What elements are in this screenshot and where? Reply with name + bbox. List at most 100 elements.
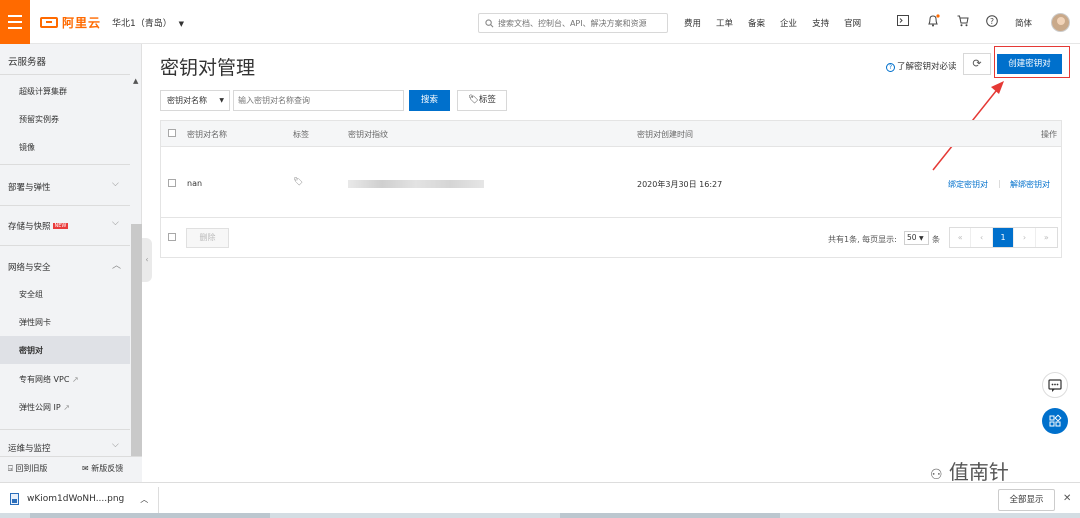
svg-text:?: ? <box>990 17 994 26</box>
create-keypair-button[interactable]: 创建密钥对 <box>997 54 1062 74</box>
caret-down-icon: ▼ <box>178 20 184 28</box>
page-size-select[interactable]: 50 ▼ <box>904 231 929 245</box>
nav-link-support[interactable]: 支持 <box>812 17 829 29</box>
last-page-button[interactable]: » <box>1036 228 1057 247</box>
table-header: 密钥对名称 标签 密钥对指纹 密钥对创建时间 操作 <box>161 121 1061 147</box>
select-all-checkbox[interactable] <box>168 129 176 137</box>
filter-field-value: 密钥对名称 <box>167 96 207 105</box>
footer-select-all-checkbox[interactable] <box>168 233 176 241</box>
sidebar-item-super-computing[interactable]: 超级计算集群 <box>19 86 67 97</box>
page-size-unit: 条 <box>932 235 940 244</box>
column-header-tags: 标签 <box>293 130 309 139</box>
sidebar-item-eip[interactable]: 弹性公网 IP ↗ <box>19 402 70 413</box>
terminal-icon[interactable] <box>897 15 909 26</box>
feedback-icon: ✉ <box>82 464 89 473</box>
sidebar-footer: ⍈ 回到旧版 ✉ 新版反馈 <box>0 456 142 482</box>
page-button-current[interactable]: 1 <box>992 228 1015 247</box>
sidebar-group-ops[interactable]: 运维与监控 <box>8 442 51 454</box>
column-header-actions: 操作 <box>1041 130 1057 139</box>
delete-button[interactable]: 删除 <box>186 228 229 248</box>
tag-icon[interactable]: 🏷 <box>293 177 303 186</box>
sidebar-collapse-toggle[interactable]: ‹ <box>142 238 152 282</box>
chevron-up-icon: ︿ <box>112 261 122 271</box>
taskbar-strip <box>0 513 1080 518</box>
user-avatar[interactable] <box>1051 13 1070 32</box>
apps-float-button[interactable] <box>1042 408 1068 434</box>
keypair-created-time: 2020年3月30日 16:27 <box>637 180 723 189</box>
region-label: 华北1（青岛） <box>112 19 172 29</box>
top-navbar: 阿里云 华北1（青岛） ▼ 费用 工单 备案 企业 支持 官网 ? 简体 <box>0 0 1080 44</box>
column-header-created: 密钥对创建时间 <box>637 130 693 139</box>
table-row: nan 🏷 2020年3月30日 16:27 绑定密钥对 | 解绑密钥对 <box>161 148 1061 218</box>
first-page-button[interactable]: « <box>950 228 972 247</box>
global-search-input[interactable] <box>497 18 667 28</box>
feedback-link[interactable]: ✉ 新版反馈 <box>82 463 123 474</box>
search-button[interactable]: 搜索 <box>409 90 450 111</box>
sidebar-item-security-group[interactable]: 安全组 <box>19 289 43 300</box>
close-icon[interactable]: ✕ <box>1063 493 1071 504</box>
column-header-fingerprint: 密钥对指纹 <box>348 130 388 139</box>
chat-icon <box>1048 379 1062 392</box>
divider <box>158 487 159 513</box>
sidebar-group-storage-label: 存储与快照 <box>8 222 51 232</box>
sidebar-item-images[interactable]: 镜像 <box>19 142 35 153</box>
tag-filter-button[interactable]: 🏷标签 <box>457 90 507 111</box>
divider <box>0 245 130 246</box>
global-search[interactable] <box>478 13 668 33</box>
exit-icon: ⍈ <box>8 464 13 473</box>
prev-page-button[interactable]: ‹ <box>971 228 993 247</box>
image-file-icon <box>10 493 19 505</box>
tag-filter-label: 标签 <box>478 95 496 105</box>
wechat-icon: ⚇ <box>930 467 943 483</box>
action-separator: | <box>998 179 1001 188</box>
sidebar-scrollbar[interactable] <box>131 224 142 479</box>
language-switch[interactable]: 简体 <box>1015 17 1032 29</box>
divider <box>0 429 130 430</box>
filter-field-select[interactable]: 密钥对名称 ▼ <box>160 90 230 111</box>
next-page-button[interactable]: › <box>1014 228 1036 247</box>
cart-icon[interactable] <box>957 15 969 27</box>
divider <box>0 205 130 206</box>
nav-link-enterprise[interactable]: 企业 <box>780 17 797 29</box>
refresh-icon: ⟳ <box>972 57 982 70</box>
search-icon <box>485 18 494 27</box>
keypair-name-search-input[interactable] <box>233 90 404 111</box>
help-link-label: 了解密钥对必读 <box>897 62 957 72</box>
nav-link-official[interactable]: 官网 <box>844 17 861 29</box>
nav-link-icp[interactable]: 备案 <box>748 17 765 29</box>
sidebar-group-network[interactable]: 网络与安全 <box>8 261 51 273</box>
logo-text: 阿里云 <box>62 15 102 30</box>
keypair-name: nan <box>187 179 203 188</box>
aliyun-logo[interactable]: 阿里云 <box>40 14 101 30</box>
unbind-keypair-link[interactable]: 解绑密钥对 <box>1010 179 1050 190</box>
chevron-up-icon[interactable]: ︿ <box>140 494 148 505</box>
sidebar-group-deploy[interactable]: 部署与弹性 <box>8 181 51 193</box>
sidebar-item-eip-label: 弹性公网 IP <box>19 403 61 412</box>
download-item[interactable]: wKiom1dWoNH....png ︿ <box>10 493 148 505</box>
row-checkbox[interactable] <box>168 179 176 187</box>
nav-link-tickets[interactable]: 工单 <box>716 17 733 29</box>
keypair-fingerprint-redacted <box>348 180 484 188</box>
chat-float-button[interactable] <box>1042 372 1068 398</box>
chevron-down-icon: ⌵ <box>112 179 119 189</box>
back-to-old-version-link[interactable]: ⍈ 回到旧版 <box>8 463 47 474</box>
sidebar-item-vpc-label: 专有网络 VPC <box>19 375 70 384</box>
caret-down-icon: ▼ <box>219 97 224 104</box>
help-link[interactable]: ? 了解密钥对必读 <box>886 60 957 72</box>
help-icon[interactable]: ? <box>986 15 998 27</box>
sidebar-item-vpc[interactable]: 专有网络 VPC ↗ <box>19 374 79 385</box>
hamburger-menu-button[interactable] <box>0 0 30 44</box>
watermark: ⚇ 值南针 <box>930 456 1009 485</box>
bell-icon[interactable] <box>927 14 940 27</box>
nav-link-fees[interactable]: 费用 <box>684 17 701 29</box>
bind-keypair-link[interactable]: 绑定密钥对 <box>948 179 988 190</box>
scroll-up-arrow-icon[interactable]: ▲ <box>133 77 138 85</box>
sidebar-group-storage[interactable]: 存储与快照 NEW <box>8 220 69 232</box>
sidebar-item-eni[interactable]: 弹性网卡 <box>19 317 51 328</box>
region-selector[interactable]: 华北1（青岛） ▼ <box>112 16 184 29</box>
refresh-button[interactable]: ⟳ <box>963 53 991 75</box>
sidebar-item-keypairs[interactable]: 密钥对 <box>19 345 43 356</box>
sidebar-item-reserved-instances[interactable]: 预留实例券 <box>19 114 59 125</box>
show-all-downloads-button[interactable]: 全部显示 <box>998 489 1055 511</box>
new-badge: NEW <box>52 223 69 229</box>
